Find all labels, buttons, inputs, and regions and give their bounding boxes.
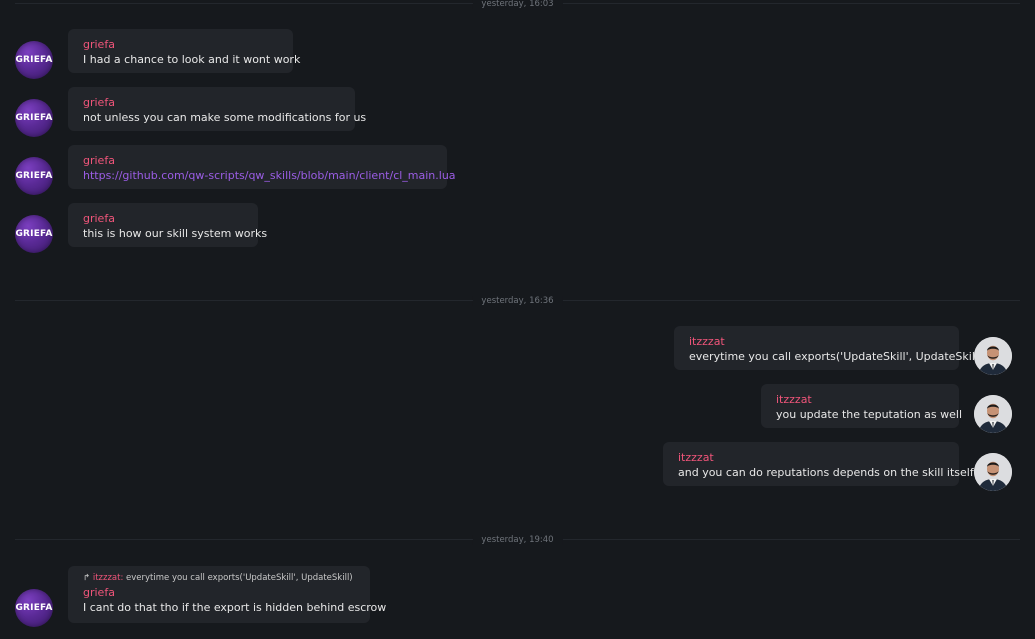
message-author[interactable]: griefa xyxy=(83,38,115,51)
message-bubble[interactable]: ↱ itzzzat: everytime you call exports('U… xyxy=(68,566,386,623)
avatar[interactable] xyxy=(974,453,1012,491)
date-divider-label: yesterday, 19:40 xyxy=(472,535,563,545)
date-divider: yesterday, 19:40 xyxy=(15,535,1020,545)
chat-window: yesterday, 16:03 GRIEFA griefa I had a c… xyxy=(0,0,1035,639)
message-text: this is how our skill system works xyxy=(83,227,268,240)
message-bubble[interactable]: itzzzat you update the teputation as wel… xyxy=(761,384,963,428)
message-author[interactable]: itzzzat xyxy=(689,335,725,348)
message-text: I had a chance to look and it wont work xyxy=(83,53,301,66)
message-author[interactable]: griefa xyxy=(83,212,115,225)
avatar[interactable]: GRIEFA xyxy=(15,41,53,79)
message-author[interactable]: itzzzat xyxy=(776,393,812,406)
message-text: and you can do reputations depends on th… xyxy=(678,466,974,479)
avatar[interactable] xyxy=(974,337,1012,375)
message-author[interactable]: itzzzat xyxy=(678,451,714,464)
date-divider: yesterday, 16:36 xyxy=(15,296,1020,306)
avatar[interactable]: GRIEFA xyxy=(15,99,53,137)
message-bubble[interactable]: griefa not unless you can make some modi… xyxy=(68,87,366,131)
message-author[interactable]: griefa xyxy=(83,96,115,109)
message-bubble[interactable]: itzzzat and you can do reputations depen… xyxy=(663,442,974,486)
avatar[interactable]: GRIEFA xyxy=(15,157,53,195)
message-text: everytime you call exports('UpdateSkill'… xyxy=(689,350,983,363)
reply-author: itzzzat: xyxy=(92,573,124,583)
message-text: I cant do that tho if the export is hidd… xyxy=(83,601,387,614)
message-bubble[interactable]: griefa https://github.com/qw-scripts/qw_… xyxy=(68,145,456,189)
avatar[interactable]: GRIEFA xyxy=(15,215,53,253)
avatar-label: GRIEFA xyxy=(15,113,53,123)
message-bubble[interactable]: griefa this is how our skill system work… xyxy=(68,203,267,247)
avatar-label: GRIEFA xyxy=(15,171,53,181)
avatar-label: GRIEFA xyxy=(15,603,53,613)
reply-preview[interactable]: ↱ itzzzat: everytime you call exports('U… xyxy=(83,573,353,583)
date-divider-label: yesterday, 16:03 xyxy=(472,0,563,9)
avatar-label: GRIEFA xyxy=(15,229,53,239)
avatar[interactable] xyxy=(974,395,1012,433)
reply-text: everytime you call exports('UpdateSkill'… xyxy=(126,573,353,583)
message-link[interactable]: https://github.com/qw-scripts/qw_skills/… xyxy=(83,169,456,182)
date-divider: yesterday, 16:03 xyxy=(15,0,1020,9)
avatar-label: GRIEFA xyxy=(15,55,53,65)
user-photo-icon xyxy=(974,395,1012,433)
avatar[interactable]: GRIEFA xyxy=(15,589,53,627)
message-text: you update the teputation as well xyxy=(776,408,963,421)
reply-arrow-icon: ↱ xyxy=(83,573,91,583)
user-photo-icon xyxy=(974,453,1012,491)
message-bubble[interactable]: griefa I had a chance to look and it won… xyxy=(68,29,300,73)
date-divider-label: yesterday, 16:36 xyxy=(472,296,563,306)
user-photo-icon xyxy=(974,337,1012,375)
message-author[interactable]: griefa xyxy=(83,154,115,167)
message-author[interactable]: griefa xyxy=(83,586,115,599)
message-bubble[interactable]: itzzzat everytime you call exports('Upda… xyxy=(674,326,982,370)
message-text: not unless you can make some modificatio… xyxy=(83,111,367,124)
